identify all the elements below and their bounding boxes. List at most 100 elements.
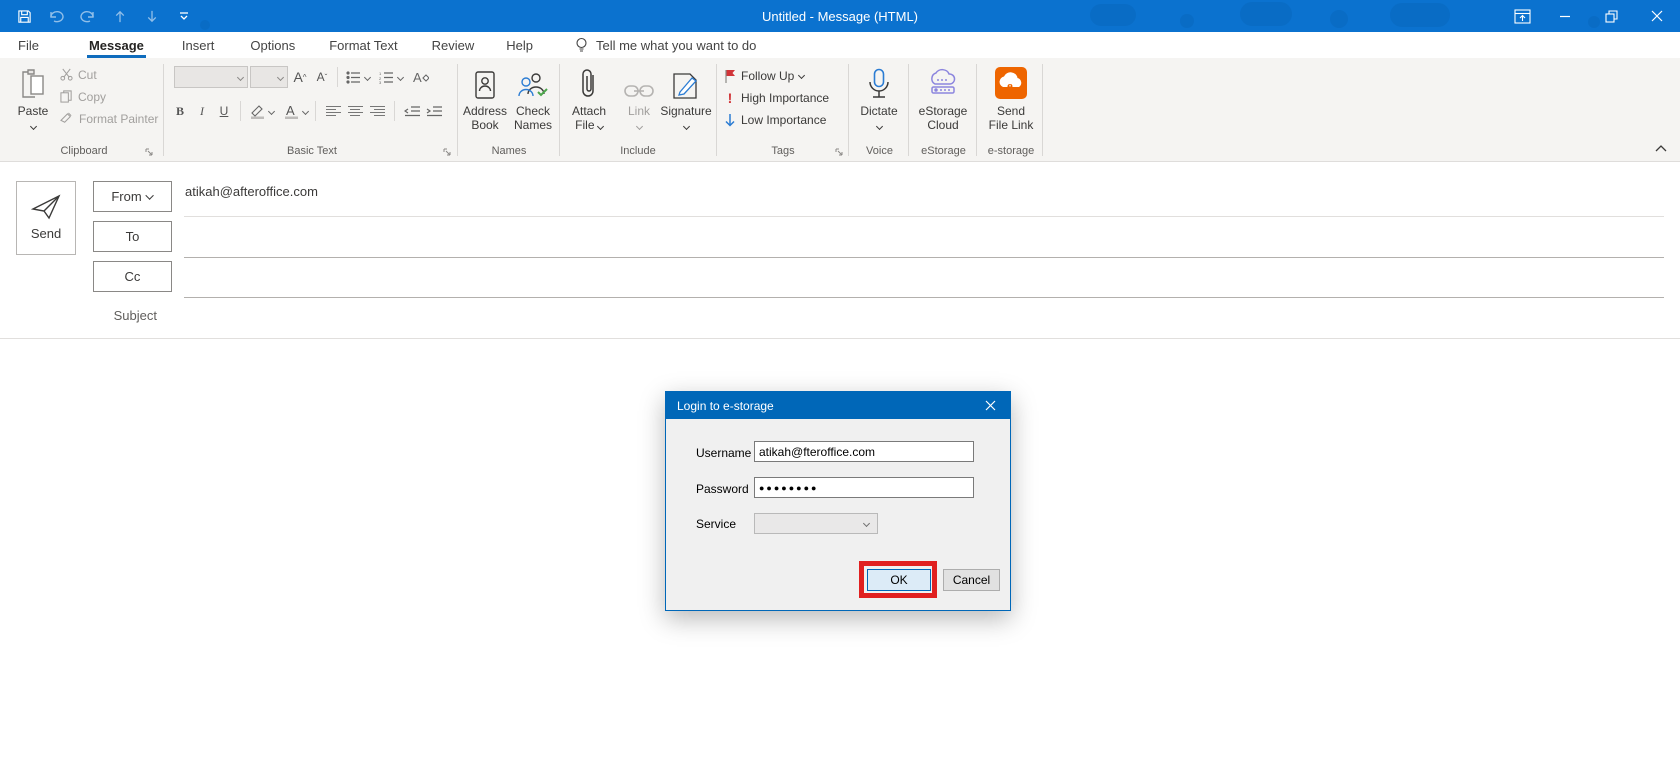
numbering-button[interactable]: 123 [376,66,396,88]
svg-text:3: 3 [379,80,382,84]
copy-button[interactable]: Copy [60,88,158,105]
redo-icon[interactable] [78,6,98,26]
align-left-icon[interactable] [323,100,343,122]
username-label: Username [696,446,751,460]
send-button[interactable]: Send [16,181,76,255]
save-icon[interactable] [14,6,34,26]
highlight-dropdown-icon[interactable] [268,107,275,114]
decrease-indent-icon[interactable] [402,100,422,122]
shrink-font-button[interactable]: Aˇ [312,66,332,88]
tab-help[interactable]: Help [494,32,545,58]
dialog-title-bar[interactable]: Login to e-storage [666,392,1010,419]
bullets-dropdown-icon[interactable] [364,73,371,80]
cancel-button[interactable]: Cancel [943,569,1000,591]
tags-group-label: Tags [720,145,846,157]
low-importance-icon [724,113,736,127]
clipboard-dialog-launcher-icon[interactable] [145,148,154,157]
tab-options[interactable]: Options [238,32,307,58]
group-separator [457,64,458,156]
cut-icon [60,68,73,81]
undo-icon[interactable] [46,6,66,26]
quick-access-toolbar [14,0,194,32]
low-importance-button[interactable]: Low Importance [724,111,826,128]
font-name-combo[interactable] [174,66,248,88]
link-button[interactable]: Link [618,64,660,132]
tab-file[interactable]: File [6,32,51,58]
password-input[interactable]: ●●●●●●●● [754,477,974,498]
microphone-icon [855,64,903,100]
numbering-dropdown-icon[interactable] [397,73,404,80]
move-up-icon[interactable] [110,6,130,26]
from-button[interactable]: From [93,181,172,212]
format-painter-button[interactable]: Format Painter [60,110,158,127]
tab-message[interactable]: Message [77,32,156,58]
include-group-label: Include [562,145,714,157]
customize-quick-access-icon[interactable] [174,6,194,26]
restore-icon[interactable] [1588,0,1634,32]
group-voice: Dictate Voice [851,58,908,161]
group-separator [559,64,560,156]
high-importance-button[interactable]: ! High Importance [724,89,829,106]
group-names: AddressBook CheckNames Names [460,58,558,161]
font-color-button[interactable]: A [281,100,301,122]
window-controls [1502,0,1680,32]
address-book-button[interactable]: AddressBook [462,64,508,132]
group-separator [976,64,977,156]
e-storage-group-label: e-storage [979,145,1043,157]
bullets-button[interactable] [343,66,363,88]
ribbon-display-options-icon[interactable] [1502,0,1542,32]
bold-button[interactable]: B [170,100,190,122]
login-dialog: Login to e-storage Username atikah@ftero… [665,391,1011,611]
underline-button[interactable]: U [214,100,234,122]
dialog-close-icon[interactable] [976,395,1004,416]
italic-button[interactable]: I [192,100,212,122]
move-down-icon[interactable] [142,6,162,26]
names-group-label: Names [460,145,558,157]
cc-field[interactable] [184,297,1664,298]
send-file-link-button[interactable]: e SendFile Link [981,64,1041,132]
from-field-underline[interactable] [184,216,1664,217]
annotation-highlight [859,561,937,598]
service-dropdown[interactable] [754,513,878,534]
clear-formatting-button[interactable]: A [411,66,431,88]
font-size-combo[interactable] [250,66,288,88]
cut-button[interactable]: Cut [60,66,158,83]
increase-indent-icon[interactable] [424,100,444,122]
tell-me-box[interactable]: Tell me what you want to do [575,37,756,54]
group-basic-text: A^ Aˇ 123 A B I U A [168,58,456,161]
follow-up-button[interactable]: Follow Up [724,67,804,84]
font-color-dropdown-icon[interactable] [302,107,309,114]
tab-review[interactable]: Review [420,32,487,58]
grow-font-button[interactable]: A^ [290,66,310,88]
tab-insert[interactable]: Insert [170,32,227,58]
estorage-cloud-button[interactable]: eStorageCloud [913,64,973,132]
to-field[interactable] [184,257,1664,258]
highlight-button[interactable] [247,100,267,122]
minimize-icon[interactable] [1542,0,1588,32]
group-separator [848,64,849,156]
align-right-icon[interactable] [367,100,387,122]
signature-button[interactable]: Signature [660,64,712,132]
cc-button[interactable]: Cc [93,261,172,292]
dictate-dropdown-icon [875,123,882,130]
address-book-icon [462,64,508,100]
collapse-ribbon-icon[interactable] [1655,144,1667,152]
tags-dialog-launcher-icon[interactable] [835,148,844,157]
basic-text-dialog-launcher-icon[interactable] [443,148,452,157]
attach-file-button[interactable]: AttachFile [564,64,614,132]
to-button[interactable]: To [93,221,172,252]
paste-button[interactable]: Paste [12,64,54,132]
check-names-button[interactable]: CheckNames [510,64,556,132]
align-center-icon[interactable] [345,100,365,122]
username-input[interactable]: atikah@fteroffice.com [754,441,974,462]
dictate-button[interactable]: Dictate [855,64,903,132]
link-icon [618,64,660,100]
window-title: Untitled - Message (HTML) [0,0,1680,32]
close-icon[interactable] [1634,0,1680,32]
follow-up-flag-icon [724,69,736,83]
signature-icon [660,64,712,100]
paste-dropdown-icon[interactable] [29,123,36,130]
check-names-icon [510,64,556,100]
group-tags: Follow Up ! High Importance Low Importan… [720,58,846,161]
tab-format-text[interactable]: Format Text [317,32,409,58]
